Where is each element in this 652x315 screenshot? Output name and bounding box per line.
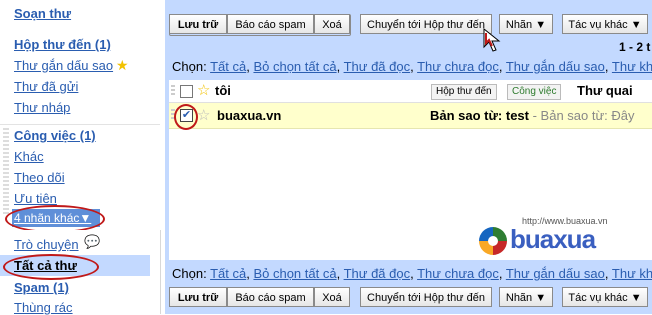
sidebar-item-label-priority[interactable]: Ưu tiên bbox=[14, 191, 57, 206]
sidebar-item-drafts[interactable]: Thư nháp bbox=[14, 100, 70, 115]
select-bar-bottom: Chọn: Tất cả, Bỏ chọn tất cả, Thư đã đọc… bbox=[172, 266, 652, 281]
compose-link[interactable]: Soạn thư bbox=[14, 6, 71, 21]
select-read-link[interactable]: Thư đã đọc bbox=[344, 266, 411, 281]
labels-dropdown[interactable]: Nhãn ▼ bbox=[499, 287, 553, 307]
select-all-link[interactable]: Tất cả bbox=[210, 266, 246, 281]
report-spam-button[interactable]: Báo cáo spam bbox=[227, 14, 314, 34]
subject: Thư quai bbox=[577, 83, 633, 98]
sender: buaxua.vn bbox=[217, 108, 282, 123]
message-row[interactable]: ✔ ☆ buaxua.vn Bản sao từ: test - Bản sao… bbox=[169, 103, 652, 129]
select-all-link[interactable]: Tất cả bbox=[210, 59, 246, 74]
sidebar-item-trash[interactable]: Thùng rác bbox=[14, 300, 73, 315]
move-to-inbox-button[interactable]: Chuyển tới Hộp thư đến bbox=[360, 287, 492, 307]
sidebar-item-label-work[interactable]: Công việc (1) bbox=[14, 128, 96, 143]
archive-button[interactable]: Lưu trữ bbox=[169, 287, 227, 307]
gutter bbox=[161, 0, 165, 314]
buaxua-logo-icon bbox=[479, 227, 507, 255]
delete-button[interactable]: Xoá bbox=[314, 14, 350, 34]
message-row[interactable]: ☆ tôi Hộp thư đến Công việc Thư quai bbox=[169, 80, 652, 103]
divider bbox=[0, 124, 160, 125]
select-starred-link[interactable]: Thư gắn dấu sao bbox=[506, 266, 605, 281]
delete-button[interactable]: Xoá bbox=[314, 287, 350, 307]
sidebar-item-chats[interactable]: Trò chuyện bbox=[14, 237, 79, 252]
select-prefix: Chọn: bbox=[172, 59, 207, 74]
select-unstarred-link[interactable]: Thư kh bbox=[612, 266, 652, 281]
subject: Bản sao từ: test bbox=[430, 108, 529, 123]
sidebar-item-starred[interactable]: Thư gắn dấu sao bbox=[14, 58, 113, 73]
archive-button[interactable]: Lưu trữ bbox=[169, 14, 227, 34]
select-unread-link[interactable]: Thư chưa đọc bbox=[417, 266, 499, 281]
sidebar-item-spam[interactable]: Spam (1) bbox=[14, 280, 69, 295]
sidebar-item-inbox[interactable]: Hộp thư đến (1) bbox=[14, 37, 111, 52]
drag-handle[interactable] bbox=[171, 85, 175, 97]
sidebar: Soạn thư Hộp thư đến (1) Thư gắn dấu sao… bbox=[0, 0, 161, 315]
label-chip-work[interactable]: Công việc bbox=[507, 84, 562, 100]
star-icon: ★ bbox=[116, 57, 129, 73]
select-bar: Chọn: Tất cả, Bỏ chọn tất cả, Thư đã đọc… bbox=[172, 59, 652, 74]
select-none-link[interactable]: Bỏ chọn tất cả bbox=[253, 59, 336, 74]
star-icon[interactable]: ☆ bbox=[197, 81, 210, 99]
more-actions-dropdown[interactable]: Tác vụ khác ▼ bbox=[562, 287, 648, 307]
select-unstarred-link[interactable]: Thư kh bbox=[612, 59, 652, 74]
sidebar-item-sent[interactable]: Thư đã gửi bbox=[14, 79, 78, 94]
more-actions-dropdown[interactable]: Tác vụ khác ▼ bbox=[562, 14, 648, 34]
label-drag-handles bbox=[3, 128, 9, 216]
mouse-cursor-icon bbox=[483, 28, 501, 52]
highlight-circle bbox=[3, 254, 99, 280]
chat-bubble-icon: 💬 bbox=[84, 234, 101, 249]
subject-line: Bản sao từ: test - Bản sao từ: Đây bbox=[430, 108, 652, 123]
select-unread-link[interactable]: Thư chưa đọc bbox=[417, 59, 499, 74]
sender: tôi bbox=[215, 83, 231, 98]
message-count: 1 - 2 t bbox=[619, 40, 651, 54]
select-prefix: Chọn: bbox=[172, 266, 207, 281]
sidebar-item-label-other[interactable]: Khác bbox=[14, 149, 44, 164]
select-read-link[interactable]: Thư đã đọc bbox=[344, 59, 411, 74]
row-checkbox[interactable] bbox=[180, 85, 193, 98]
select-none-link[interactable]: Bỏ chọn tất cả bbox=[253, 266, 336, 281]
snippet: - Bản sao từ: Đây bbox=[529, 108, 635, 123]
labels-dropdown[interactable]: Nhãn ▼ bbox=[499, 14, 553, 34]
highlight-circle bbox=[5, 205, 105, 233]
label-chip-inbox[interactable]: Hộp thư đến bbox=[431, 84, 497, 100]
select-starred-link[interactable]: Thư gắn dấu sao bbox=[506, 59, 605, 74]
report-spam-button[interactable]: Báo cáo spam bbox=[227, 287, 314, 307]
watermark-logo: http://www.buaxua.vn buaxua bbox=[478, 216, 628, 256]
sidebar-item-label-follow[interactable]: Theo dõi bbox=[14, 170, 65, 185]
highlight-circle bbox=[174, 104, 198, 130]
watermark-brand: buaxua bbox=[510, 224, 596, 254]
star-icon[interactable]: ☆ bbox=[197, 106, 210, 124]
move-to-inbox-button[interactable]: Chuyển tới Hộp thư đến bbox=[360, 14, 492, 34]
